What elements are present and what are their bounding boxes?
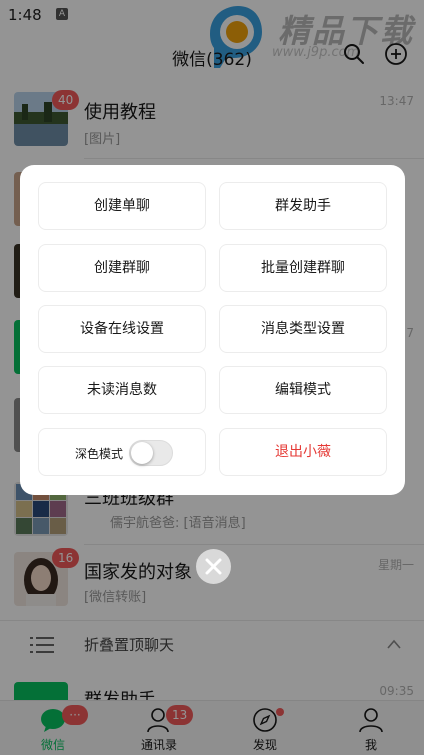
close-modal-button[interactable] bbox=[196, 549, 231, 584]
edit-mode-button[interactable]: 编辑模式 bbox=[219, 366, 387, 414]
exit-button[interactable]: 退出小薇 bbox=[219, 428, 387, 476]
dark-mode-cell: 深色模式 bbox=[38, 428, 206, 476]
action-modal: 创建单聊 群发助手 创建群聊 批量创建群聊 设备在线设置 消息类型设置 未读消息… bbox=[20, 165, 405, 495]
device-online-settings-button[interactable]: 设备在线设置 bbox=[38, 305, 206, 353]
create-group-chat-button[interactable]: 创建群聊 bbox=[38, 244, 206, 292]
message-type-settings-button[interactable]: 消息类型设置 bbox=[219, 305, 387, 353]
dark-mode-toggle[interactable] bbox=[129, 440, 173, 466]
toggle-knob bbox=[131, 442, 153, 464]
broadcast-assistant-button[interactable]: 群发助手 bbox=[219, 182, 387, 230]
close-icon bbox=[205, 558, 222, 575]
create-single-chat-button[interactable]: 创建单聊 bbox=[38, 182, 206, 230]
unread-count-button[interactable]: 未读消息数 bbox=[38, 366, 206, 414]
dark-mode-label: 深色模式 bbox=[75, 447, 124, 461]
batch-create-groups-button[interactable]: 批量创建群聊 bbox=[219, 244, 387, 292]
